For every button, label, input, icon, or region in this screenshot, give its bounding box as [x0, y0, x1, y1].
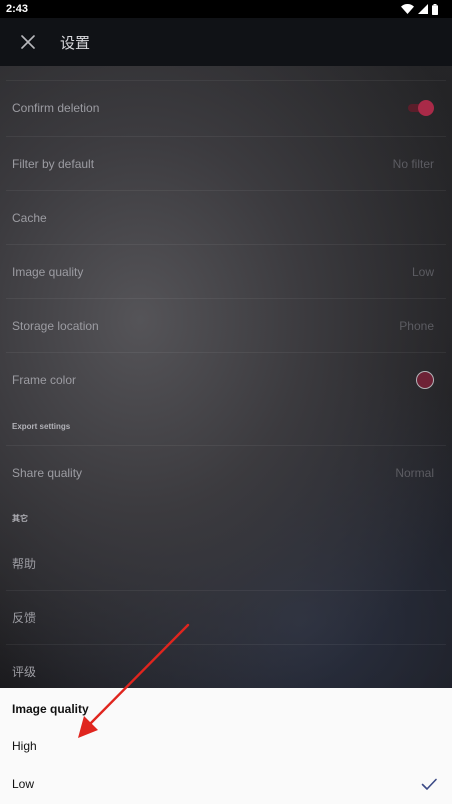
section-header-other: 其它: [12, 514, 28, 523]
battery-icon: [432, 3, 438, 15]
setting-frame-color[interactable]: Frame color: [6, 352, 446, 406]
settings-screen: 2:43 设置 Confirm deletion Filter by defau…: [0, 0, 452, 804]
setting-label: Share quality: [12, 465, 83, 480]
setting-label: Frame color: [12, 372, 77, 387]
setting-label: Image quality: [12, 264, 84, 279]
setting-label: Cache: [12, 210, 47, 225]
wifi-icon: [401, 4, 414, 14]
option-low[interactable]: Low: [0, 766, 452, 802]
setting-label: Storage location: [12, 318, 99, 333]
toggle-thumb: [418, 99, 434, 116]
frame-color-swatch[interactable]: [416, 370, 434, 389]
close-icon: [21, 35, 35, 49]
setting-image-quality[interactable]: Image quality Low: [6, 244, 446, 298]
option-label: Low: [12, 777, 35, 791]
setting-filter-by-default[interactable]: Filter by default No filter: [6, 136, 446, 190]
setting-feedback[interactable]: 反馈: [6, 590, 446, 644]
setting-help[interactable]: 帮助: [6, 536, 446, 590]
setting-value: Low: [411, 264, 434, 279]
section-header-export: Export settings: [12, 422, 71, 431]
image-quality-bottom-sheet: Image quality High Low: [0, 688, 452, 804]
setting-label: Filter by default: [12, 156, 95, 171]
setting-label: 反馈: [12, 611, 37, 625]
setting-cache[interactable]: Cache: [6, 190, 446, 244]
cell-signal-icon: [418, 4, 428, 14]
status-time: 2:43: [6, 3, 29, 15]
page-title: 设置: [60, 34, 91, 52]
setting-label: 帮助: [12, 556, 37, 571]
status-bar: 2:43: [0, 0, 452, 18]
setting-label: 评级: [12, 665, 37, 679]
setting-value: No filter: [392, 156, 434, 171]
setting-storage-location[interactable]: Storage location Phone: [6, 298, 446, 352]
close-button[interactable]: [8, 22, 48, 62]
setting-value: Phone: [399, 318, 434, 333]
app-bar: 设置: [0, 18, 452, 66]
checkmark-icon: [421, 778, 437, 790]
option-label: High: [12, 739, 37, 753]
option-high[interactable]: High: [0, 728, 452, 764]
status-icons: [401, 3, 438, 15]
setting-share-quality[interactable]: Share quality Normal: [6, 445, 446, 499]
sheet-title: Image quality: [12, 702, 89, 716]
setting-label: Confirm deletion: [12, 100, 100, 115]
confirm-deletion-toggle[interactable]: [408, 99, 434, 116]
setting-value: Normal: [395, 465, 434, 480]
setting-confirm-deletion[interactable]: Confirm deletion: [6, 80, 446, 134]
